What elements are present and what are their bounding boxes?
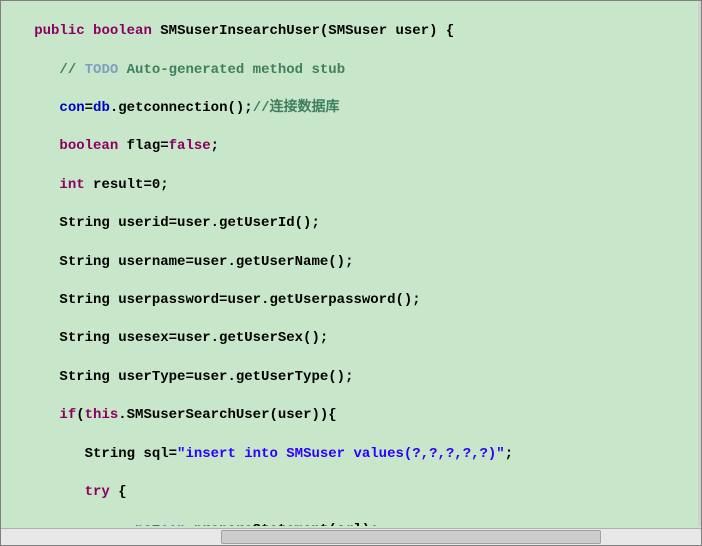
overview-ruler [698,1,701,526]
code-line: String sql="insert into SMSuser values(?… [1,445,701,464]
code-line: String usesex=user.getUserSex(); [1,329,701,348]
code-line: public boolean SMSuserInsearchUser(SMSus… [1,22,701,41]
code-editor[interactable]: public boolean SMSuserInsearchUser(SMSus… [1,1,701,526]
code-line: // TODO Auto-generated method stub [1,61,701,80]
code-line: if(this.SMSuserSearchUser(user)){ [1,406,701,425]
code-line: String userpassword=user.getUserpassword… [1,291,701,310]
code-line: String userType=user.getUserType(); [1,368,701,387]
horizontal-scrollbar[interactable] [1,528,701,545]
code-line: int result=0; [1,176,701,195]
scroll-thumb[interactable] [221,530,601,544]
scroll-track[interactable] [1,529,701,545]
code-line: String username=user.getUserName(); [1,253,701,272]
code-line: boolean flag=false; [1,137,701,156]
code-line: String userid=user.getUserId(); [1,214,701,233]
code-line: try { [1,483,701,502]
code-line: con=db.getconnection();//连接数据库 [1,99,701,118]
code-line: ps=con.prepareStatement(sql); [1,521,701,526]
